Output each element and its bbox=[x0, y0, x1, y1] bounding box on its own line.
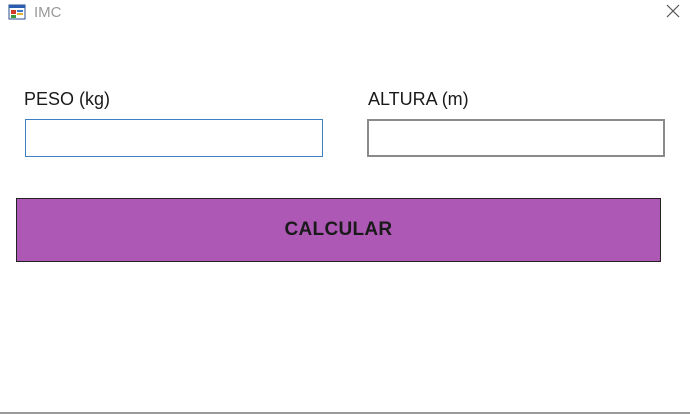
calculate-button[interactable]: CALCULAR bbox=[16, 198, 661, 262]
app-icon bbox=[8, 4, 28, 22]
close-button[interactable] bbox=[656, 0, 690, 26]
title-bar[interactable]: IMC bbox=[0, 0, 690, 28]
altura-label: ALTURA (m) bbox=[368, 89, 469, 109]
peso-input[interactable] bbox=[25, 119, 323, 157]
imc-window: IMC PESO (kg) ALTURA (m) CALCULAR bbox=[0, 0, 690, 414]
peso-label: PESO (kg) bbox=[24, 89, 111, 109]
window-title: IMC bbox=[34, 4, 62, 21]
close-icon bbox=[665, 3, 681, 24]
altura-input[interactable] bbox=[367, 119, 665, 157]
